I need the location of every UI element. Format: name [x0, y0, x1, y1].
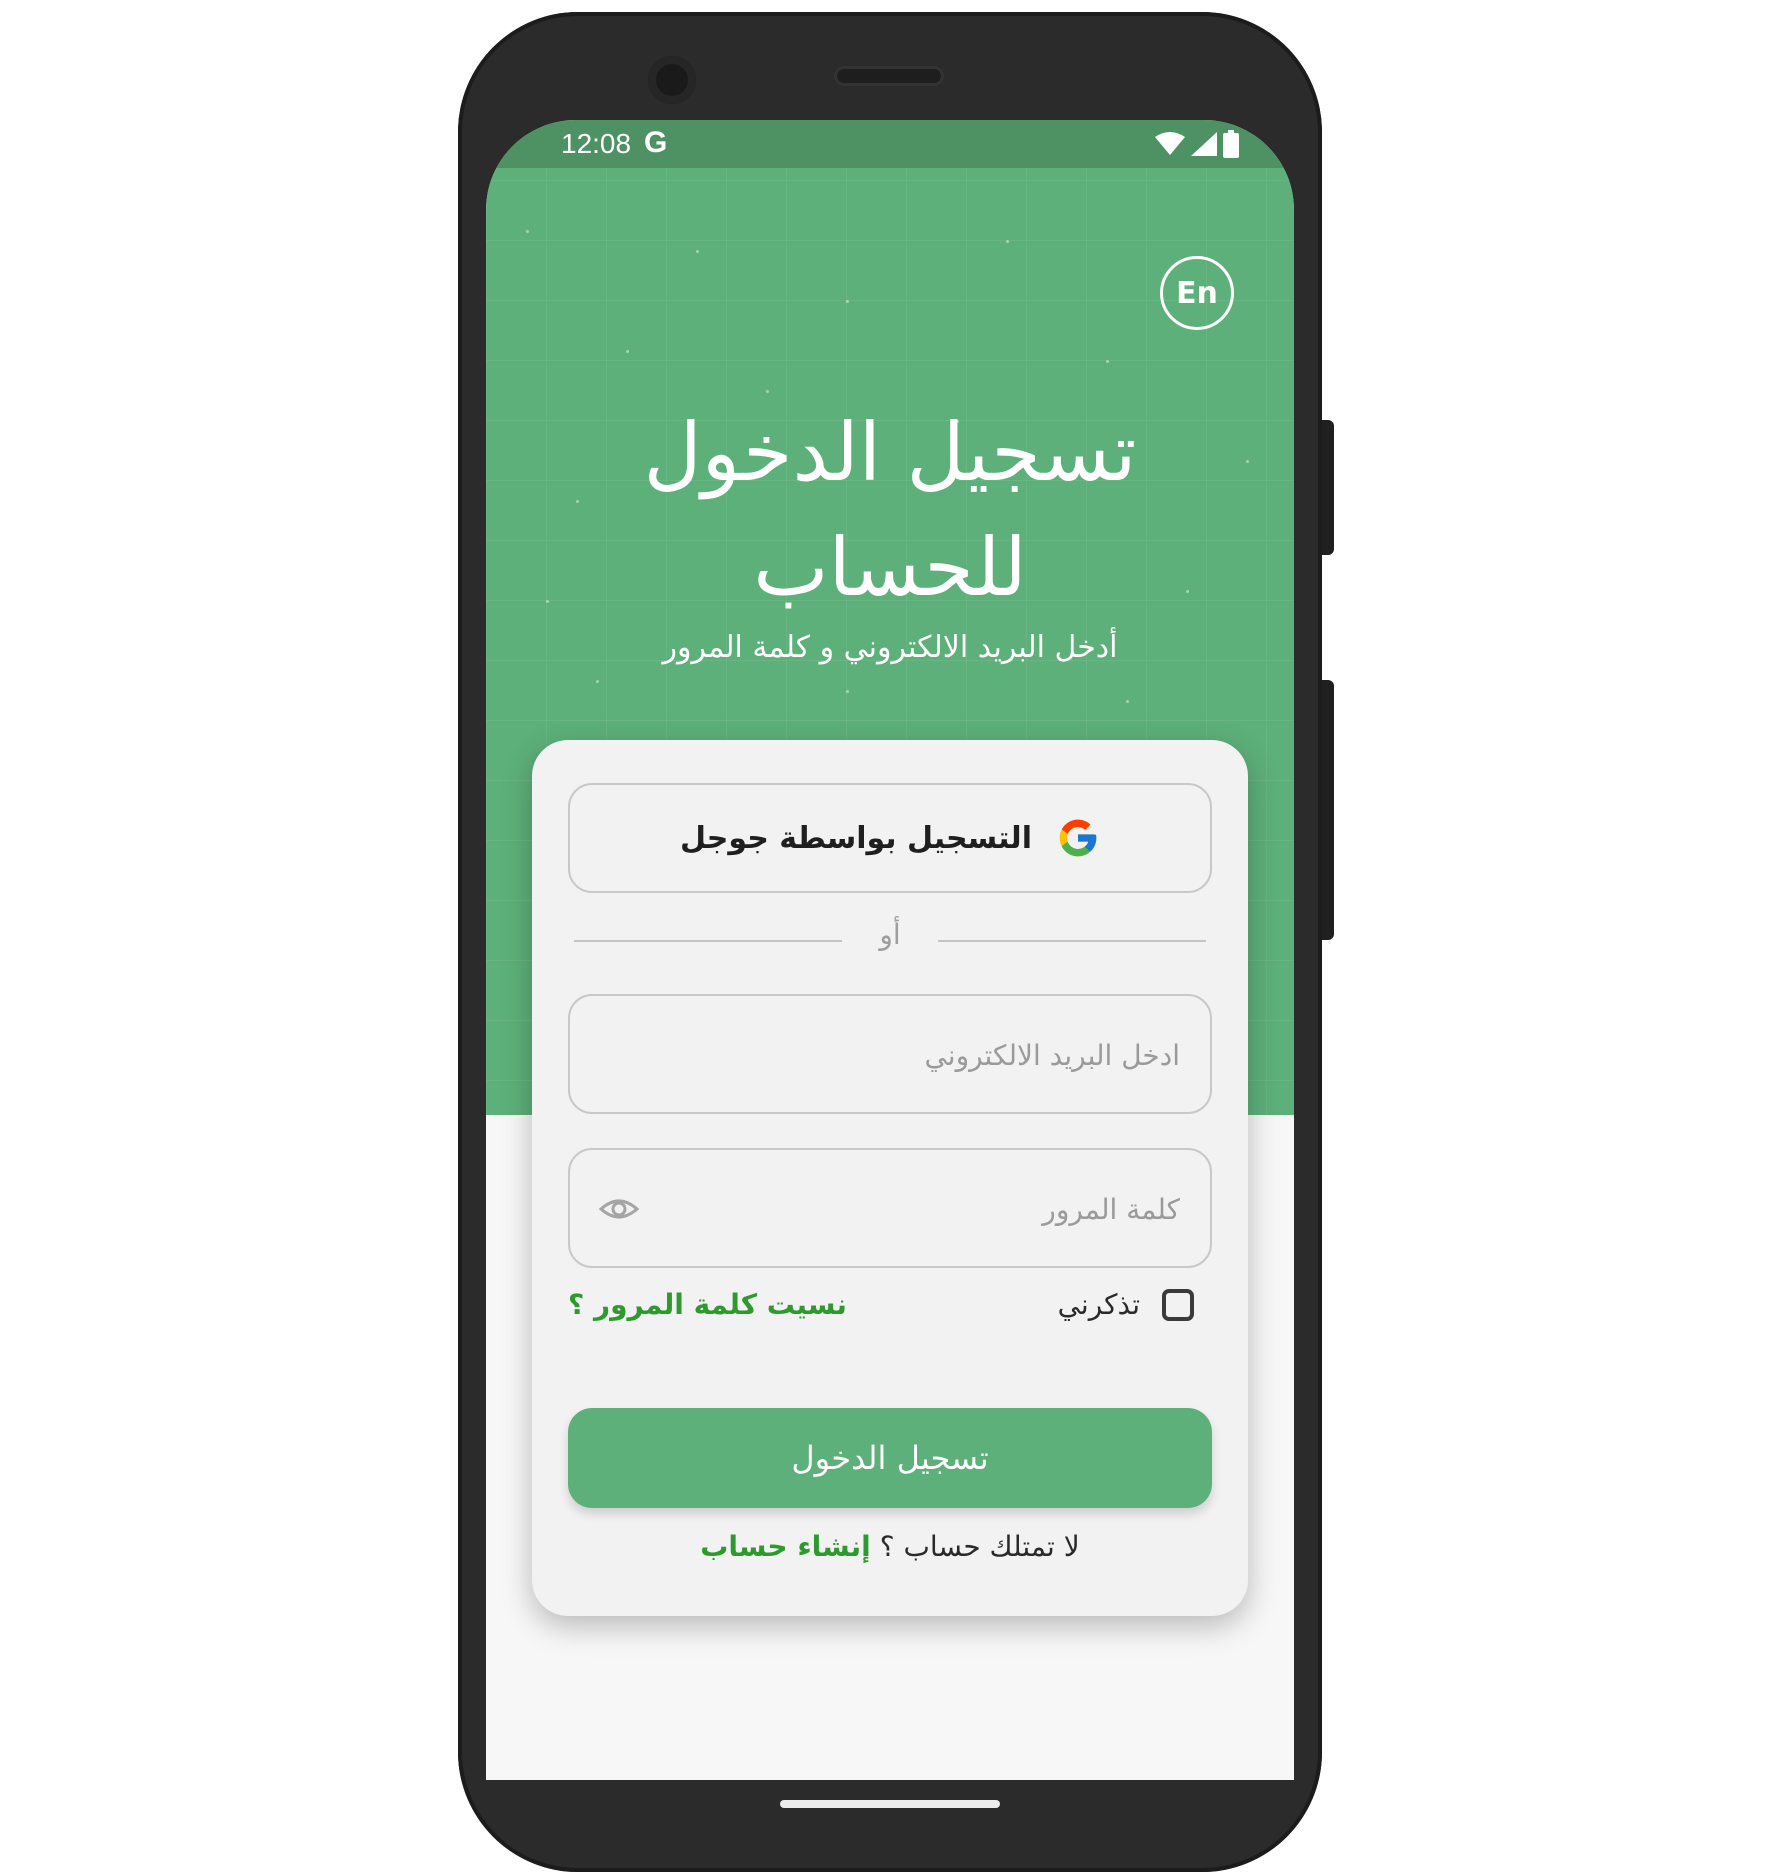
front-camera	[648, 56, 696, 104]
star-dot	[596, 680, 599, 683]
login-card: التسجيل بواسطة جوجل أو تذكرني نسيت كلمة …	[532, 740, 1248, 1616]
forgot-password-link[interactable]: نسيت كلمة المرور ؟	[568, 1288, 847, 1321]
language-toggle-button[interactable]: En	[1160, 256, 1234, 330]
signal-icon	[1191, 132, 1217, 156]
power-button	[1322, 420, 1334, 555]
remember-me-row[interactable]: تذكرني	[1058, 1288, 1194, 1321]
star-dot	[766, 390, 769, 393]
google-logo-icon	[1059, 819, 1097, 857]
status-bar: 12:08 G	[486, 120, 1294, 168]
google-signin-button[interactable]: التسجيل بواسطة جوجل	[568, 783, 1212, 893]
signup-prompt: لا تمتلك حساب ؟ إنشاء حساب	[568, 1530, 1212, 1563]
star-dot	[1126, 700, 1129, 703]
wifi-icon	[1155, 132, 1185, 155]
app-screen: 12:08 G En تسجيل الدخول للحساب أدخل البر…	[486, 120, 1294, 1780]
eye-icon[interactable]	[598, 1188, 640, 1230]
email-field-container	[568, 994, 1212, 1114]
login-button[interactable]: تسجيل الدخول	[568, 1408, 1212, 1508]
or-separator: أو	[879, 918, 901, 951]
status-time: 12:08	[561, 128, 632, 159]
page-subtitle: أدخل البريد الالكتروني و كلمة المرور	[662, 630, 1118, 665]
star-dot	[626, 350, 629, 353]
star-dot	[846, 300, 849, 303]
divider-line-right	[938, 940, 1206, 942]
no-account-text: لا تمتلك حساب ؟	[879, 1530, 1080, 1563]
star-dot	[846, 690, 849, 693]
star-dot	[696, 250, 699, 253]
email-input[interactable]	[660, 1026, 1182, 1084]
password-field-container	[568, 1148, 1212, 1268]
star-dot	[526, 230, 529, 233]
remember-me-checkbox[interactable]	[1162, 1288, 1194, 1321]
star-dot	[1106, 360, 1109, 363]
google-status-icon: G	[644, 126, 668, 159]
home-indicator[interactable]	[780, 1800, 1000, 1808]
page-title: تسجيل الدخول للحساب	[643, 406, 1137, 614]
remember-me-label: تذكرني	[1057, 1288, 1140, 1321]
google-signin-label: التسجيل بواسطة جوجل	[680, 820, 1032, 856]
create-account-link[interactable]: إنشاء حساب	[700, 1530, 871, 1563]
password-input[interactable]	[660, 1180, 1182, 1238]
battery-icon	[1223, 130, 1239, 158]
divider-line-left	[574, 940, 842, 942]
earpiece-speaker	[834, 66, 944, 86]
status-icons	[1155, 130, 1239, 158]
star-dot	[1006, 240, 1009, 243]
volume-button	[1322, 680, 1334, 940]
